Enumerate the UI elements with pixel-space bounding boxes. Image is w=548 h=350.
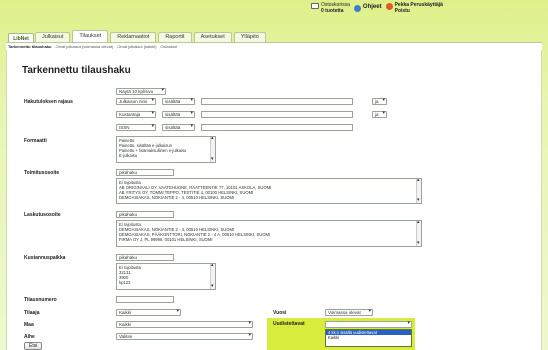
- cart-count: 0 tuotetta: [321, 8, 344, 14]
- subject-label: Aihe: [24, 334, 35, 340]
- search-button[interactable]: Etsi: [24, 342, 43, 350]
- cost-center-label: Kustannuspaikka: [24, 255, 66, 261]
- subject-select[interactable]: Valitse: [116, 333, 253, 340]
- tab-yllapito[interactable]: Ylläpito: [233, 32, 266, 42]
- renewable-dropdown-list[interactable]: 4 kk:n sisällä uudistettavat Kaikki: [325, 329, 412, 347]
- shopping-cart-link[interactable]: Ostoskorissa 0 tuotetta: [311, 2, 350, 14]
- delivery-listbox[interactable]: Ei rajoitusta AB ORIGINAALI OY, VAATEHUO…: [116, 178, 422, 204]
- search-field-select-3[interactable]: ISSN: [116, 124, 156, 131]
- page-title: Tarkennettu tilaushaku: [22, 65, 131, 76]
- cost-center-quick-search[interactable]: pikahaku: [116, 254, 174, 261]
- billing-quick-search[interactable]: pikahaku: [116, 211, 174, 218]
- billing-listbox[interactable]: Ei rajoitusta DEMOASIAKAS, NOKIANTIE 2 -…: [116, 220, 422, 247]
- cost-center-option[interactable]: kp123: [119, 280, 213, 285]
- format-option[interactable]: E-julkaisu: [119, 153, 213, 158]
- listbox-scrollbar[interactable]: [416, 221, 421, 246]
- subnav-own-all[interactable]: Omat julkaisut (kaikki): [117, 43, 156, 50]
- format-label: Formaatti: [24, 138, 47, 144]
- country-select[interactable]: Kaikki: [116, 321, 253, 328]
- tab-julkaisut[interactable]: Julkaisut: [35, 32, 71, 42]
- top-bar: Ostoskorissa 0 tuotetta Ohjeet Pekka Per…: [0, 0, 548, 30]
- listbox-scrollbar[interactable]: [416, 179, 421, 203]
- renewable-select[interactable]: [325, 321, 412, 328]
- search-value-input-3[interactable]: [201, 124, 353, 131]
- year-select[interactable]: Voimassa olevat: [325, 309, 373, 316]
- main-tabs: Julkaisut Tilaukset Reklamaatiot Raporti…: [35, 30, 266, 42]
- renewable-option[interactable]: Kaikki: [326, 335, 411, 340]
- user-menu[interactable]: Pekka Peruskäyttäjä Poistu: [385, 2, 443, 14]
- delivery-option[interactable]: DEMOASIAKAS, NOKIANTIE 2 - 4, 00510 HELS…: [119, 195, 419, 200]
- per-page-select[interactable]: Näytä 10 kpl/sivu: [116, 88, 166, 95]
- help-link[interactable]: Ohjeet: [353, 4, 382, 12]
- order-number-label: Tilausnumero: [24, 297, 57, 303]
- order-number-input[interactable]: [116, 296, 174, 303]
- delivery-label: Toimitusosoite: [24, 170, 60, 176]
- user-icon: [385, 3, 393, 10]
- help-label: Ohjeet: [362, 4, 382, 10]
- top-right-area: Ostoskorissa 0 tuotetta Ohjeet Pekka Per…: [311, 2, 443, 14]
- renewable-label: Uudistettavat: [273, 321, 305, 327]
- delivery-quick-search[interactable]: pikahaku: [116, 169, 174, 176]
- cost-center-listbox[interactable]: Ei rajoitusta 32131 3900 kp123: [116, 263, 216, 290]
- search-field-select-2[interactable]: Kustantaja: [116, 111, 156, 118]
- search-value-input-2[interactable]: [201, 111, 353, 118]
- subnav-advanced-search[interactable]: Tarkennettu tilaushaku: [8, 43, 52, 50]
- search-join-select-1[interactable]: ja: [372, 98, 387, 105]
- country-label: Maa: [24, 322, 34, 328]
- subnav-cart[interactable]: Ostoskori: [160, 43, 177, 50]
- orderer-label: Tilaaja: [24, 310, 40, 316]
- tab-reklamaatiot[interactable]: Reklamaatiot: [110, 32, 157, 42]
- billing-option[interactable]: FIRMA OY J, PL 99999, 00101 HELSINKI, SU…: [119, 237, 419, 242]
- search-join-select-2[interactable]: ja: [372, 111, 387, 118]
- year-label: Vuosi: [273, 310, 287, 316]
- tab-asetukset[interactable]: Asetukset: [193, 32, 232, 42]
- search-value-input-1[interactable]: [201, 98, 353, 105]
- subnav-own-active[interactable]: Omat julkaisut (voimassa olevat): [56, 43, 114, 50]
- tab-tilaukset[interactable]: Tilaukset: [72, 30, 109, 42]
- orderer-select[interactable]: Kaikki: [116, 309, 181, 316]
- search-op-select-3[interactable]: sisältää: [162, 124, 195, 131]
- search-limit-label: Hakutuloksen rajaus: [24, 99, 73, 105]
- listbox-scrollbar[interactable]: [210, 264, 215, 289]
- search-op-select-2[interactable]: sisältää: [162, 111, 195, 118]
- billing-label: Laskutusosoite: [24, 212, 61, 218]
- search-field-select-1[interactable]: Julkaisun nimi: [116, 98, 156, 105]
- tab-raportit[interactable]: Raportit: [158, 32, 192, 42]
- help-icon: [353, 5, 361, 12]
- search-op-select-1[interactable]: sisältää: [162, 98, 195, 105]
- logout-link[interactable]: Poistu: [395, 8, 443, 14]
- listbox-scrollbar[interactable]: [210, 137, 215, 162]
- sub-navigation: Tarkennettu tilaushaku Omat julkaisut (v…: [6, 42, 542, 50]
- cart-icon: [311, 3, 319, 9]
- format-listbox[interactable]: Painettu Painettu, sisältää e-julkaisun …: [116, 136, 216, 163]
